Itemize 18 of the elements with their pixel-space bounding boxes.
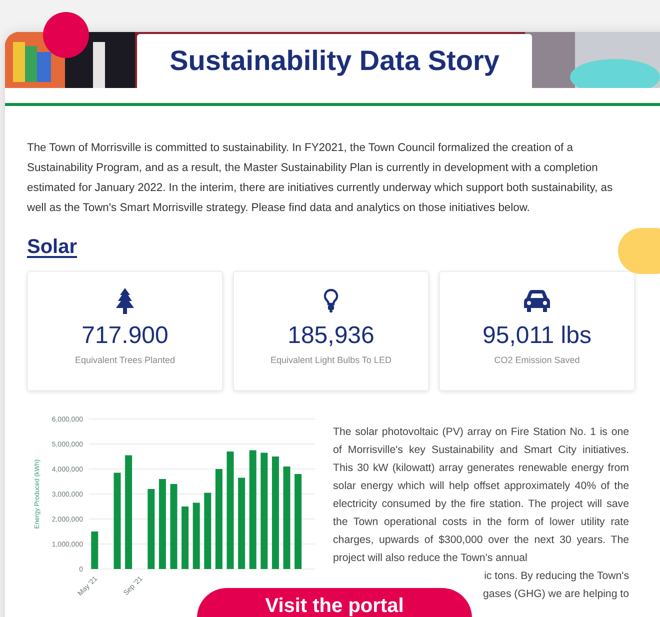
chart-bar — [91, 532, 98, 569]
stat-label: CO2 Emission Saved — [494, 354, 580, 367]
description-text: ic tons. By reducing the Town's — [484, 569, 629, 584]
lightbulb-icon — [323, 288, 339, 314]
stat-label: Equivalent Light Bulbs To LED — [270, 354, 392, 367]
stat-label: Equivalent Trees Planted — [74, 354, 176, 367]
section-heading: Solar — [27, 235, 78, 260]
chart-bar — [192, 502, 200, 569]
description-text: gases (GHG) we are helping to — [482, 587, 629, 602]
stat-value: 185,936 — [288, 321, 374, 351]
chart-bar — [182, 506, 189, 569]
car-icon — [523, 289, 551, 313]
page-title: Sustainability Data Story — [170, 44, 500, 78]
tree-icon — [115, 288, 135, 314]
intro-paragraph: The Town of Morrisville is committed to sustainability. In FY2021, the Town Council formalized the creation of a Sustainability Program, and as a result, the Master Sustainability Plan is currently in development with a completion estimated for January 2022. In the interim, there are initiatives currently underway which support both sustainability, as well as the Town's Smart Morrisville strategy. Please find data and analytics on those initiatives below. — [27, 141, 614, 216]
visit-portal-button[interactable]: Visit the portal — [197, 588, 472, 617]
stat-value: 717.900 — [82, 321, 168, 351]
stat-value: 95,011 lbs — [482, 321, 592, 351]
